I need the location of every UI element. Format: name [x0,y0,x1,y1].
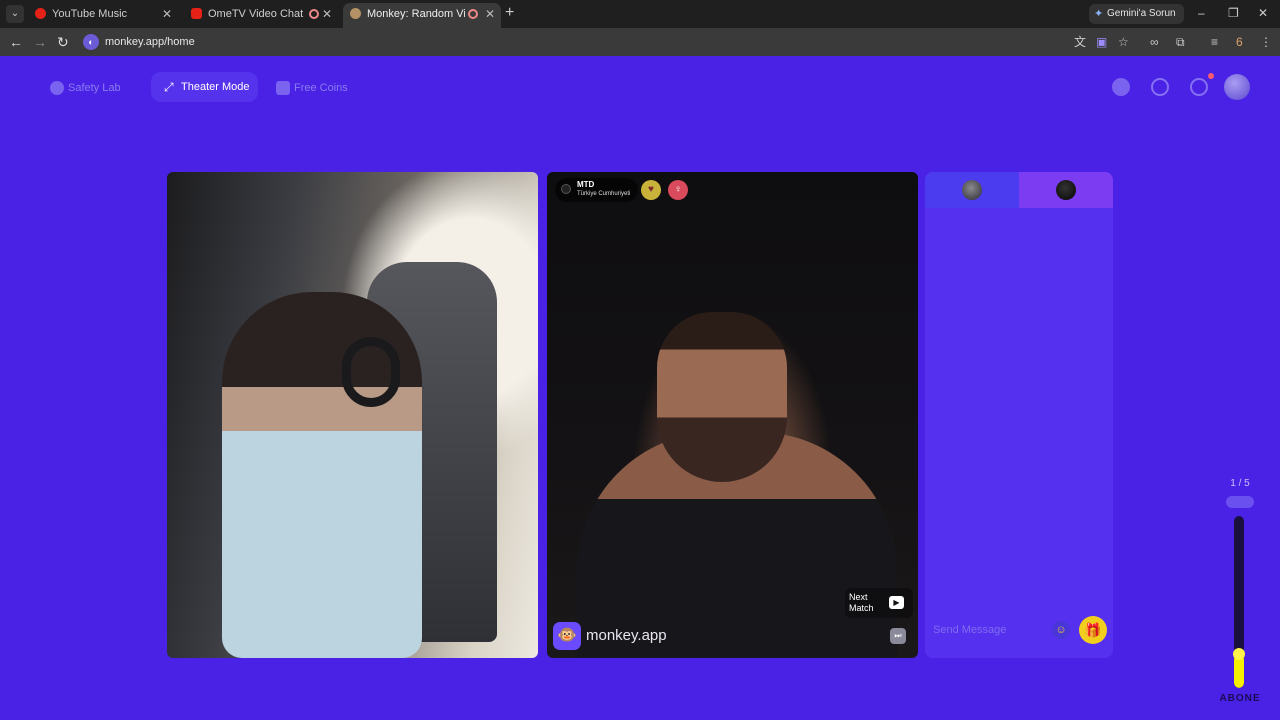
monkey-logo-icon: 🐵 [553,622,581,650]
free-coins-label: Free Coins [294,82,348,94]
safety-lab-link[interactable]: Safety Lab [50,76,121,100]
close-tab-icon[interactable]: ✕ [162,3,172,25]
gemini-button[interactable]: ✦ Gemini'a Sorun [1089,4,1184,24]
extension-badge[interactable]: 6 [1236,34,1243,50]
remote-video-feed: MTD Türkiye Cumhuriyeti ♥ ♀ Next Match ▶… [547,172,918,658]
emoji-icon[interactable]: ☺ [1052,621,1070,639]
browser-tab-youtube-music[interactable]: YouTube Music ✕ [28,3,178,25]
address-bar[interactable]: ◐ monkey.app/home [80,31,1140,53]
abone-label: ABONE [1219,693,1261,704]
cast-icon[interactable]: ▣ [1096,34,1107,50]
headphones-icon [342,337,400,407]
gift-icon[interactable]: 🎁 [1079,616,1107,644]
shield-icon [50,81,64,95]
local-video-feed [167,172,538,658]
chat-tab-local-user[interactable] [925,172,1019,208]
recording-indicator-icon [309,9,319,19]
new-tab-icon[interactable]: + [505,4,514,22]
url-text[interactable]: monkey.app/home [105,31,195,53]
messages-icon[interactable] [1190,78,1208,96]
forward-arrow-icon[interactable]: → [33,33,47,51]
theater-mode-button[interactable]: ⤢ Theater Mode [151,72,258,102]
progress-track [1234,516,1244,688]
remote-user-avatar [1056,180,1076,200]
gemini-sparkle-icon: ✦ [1094,8,1104,20]
profile-status-icon[interactable] [1112,78,1130,96]
avatar[interactable] [1224,74,1250,100]
browser-tab-ometv[interactable]: OmeTV Video Chat — Ome ✕ [184,3,338,25]
expand-icon: ⤢ [164,80,174,94]
remote-user-chip[interactable]: MTD Türkiye Cumhuriyeti [555,178,639,202]
tab-title: YouTube Music [52,8,128,20]
browser-tab-monkey[interactable]: Monkey: Random Video Ch ✕ [343,3,501,28]
reading-list-icon[interactable]: ≡ [1211,34,1218,50]
monkey-app-page: Safety Lab ⤢ Theater Mode Free Coins MTD… [0,56,1280,720]
extensions-puzzle-icon[interactable]: ⧉ [1176,34,1185,50]
recording-indicator-icon [468,9,478,19]
heart-badge-icon[interactable]: ♥ [641,180,661,200]
remote-user-country: Türkiye Cumhuriyeti [577,191,631,197]
free-coins-link[interactable]: Free Coins [276,76,348,100]
chat-tab-remote-user[interactable] [1019,172,1113,208]
progress-count: 1 / 5 [1230,478,1250,489]
skip-forward-icon[interactable]: ⏭ [890,628,906,644]
remote-user-name: MTD [577,180,595,189]
browser-menu-icon[interactable]: ⋮ [1260,34,1272,50]
translate-icon[interactable]: 文 [1074,34,1086,50]
reload-icon[interactable]: ↻ [57,33,69,51]
progress-pill [1226,496,1254,508]
safety-lab-label: Safety Lab [68,82,121,94]
minimize-window-icon[interactable]: – [1198,5,1205,21]
close-tab-icon[interactable]: ✕ [322,3,332,25]
close-tab-icon[interactable]: ✕ [485,3,495,25]
gemini-label: Gemini'a Sorun [1107,8,1176,19]
local-user-avatar [962,180,982,200]
next-match-button[interactable]: Next Match ▶ [845,588,913,618]
gender-badge-icon[interactable]: ♀ [668,180,688,200]
theater-mode-label: Theater Mode [181,81,250,93]
ometv-favicon-icon [191,8,202,19]
next-match-label: Next Match [849,592,874,613]
close-window-icon[interactable]: ✕ [1258,5,1268,21]
browser-toolbar: ← → ↻ ◐ monkey.app/home 文 ▣ ☆ ∞ ⧉ ≡ 6 ⋮ [0,28,1280,56]
site-info-icon[interactable]: ◐ [83,34,99,50]
restore-window-icon[interactable]: ❐ [1228,5,1239,21]
tab-title: Monkey: Random Video Ch [367,8,465,20]
user-avatar-icon [561,184,571,194]
bookmark-star-icon[interactable]: ☆ [1118,34,1129,50]
browser-tab-strip: ⌄ YouTube Music ✕ OmeTV Video Chat — Ome… [0,0,1280,28]
back-arrow-icon[interactable]: ← [9,33,23,51]
coin-stack-icon [276,81,290,95]
tab-search-icon[interactable]: ⌄ [6,5,24,23]
youtube-music-favicon-icon [35,8,46,19]
monkey-favicon-icon [350,8,361,19]
tab-title: OmeTV Video Chat — Ome [208,8,306,20]
progress-knob [1233,648,1245,660]
history-clock-icon[interactable] [1151,78,1169,96]
remote-person-head-shape [657,312,787,482]
brand-text: monkey.app [586,627,667,644]
notification-dot [1208,73,1214,79]
incognito-icon[interactable]: ∞ [1150,34,1159,50]
chat-panel: ☺ 🎁 [925,172,1113,658]
play-icon: ▶ [889,596,904,609]
send-message-input[interactable] [925,616,1045,644]
